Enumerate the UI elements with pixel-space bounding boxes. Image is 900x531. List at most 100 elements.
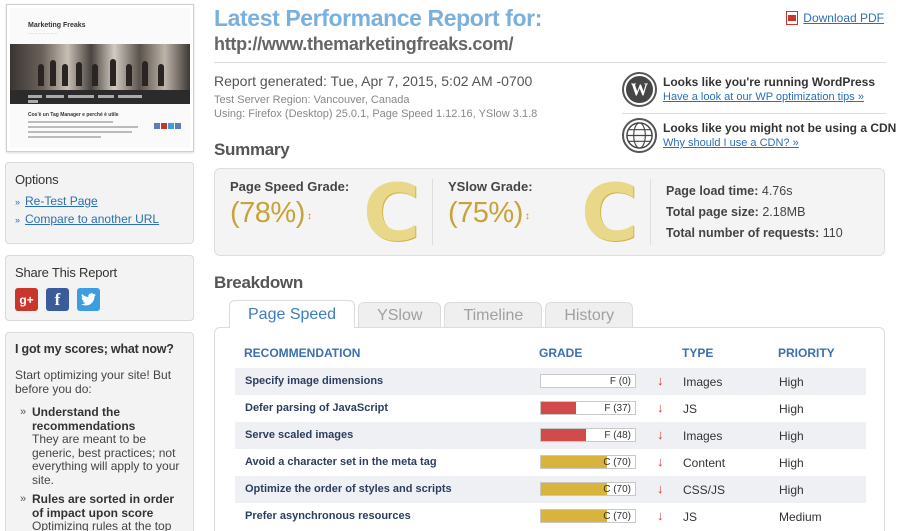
recommendation-name[interactable]: Prefer asynchronous resources (245, 510, 411, 522)
compare-url-link[interactable]: Compare to another URL (25, 212, 159, 226)
load-time-value: 4.76s (761, 184, 793, 198)
arrow-down-icon: ↓ (657, 454, 664, 469)
yslow-grade: YSlow Grade: (75%) ↕ (448, 179, 533, 230)
breakdown-tabs: Page Speed YSlow Timeline History (229, 300, 634, 328)
tip-text: They are meant to be generic, best pract… (32, 432, 180, 487)
col-type[interactable]: TYPE (682, 346, 713, 360)
report-url: http://www.themarketingfreaks.com/ (214, 34, 514, 54)
table-row[interactable]: Optimize the order of styles and scripts… (235, 476, 866, 503)
wp-tips-link[interactable]: Have a look at our WP optimization tips … (663, 91, 875, 103)
breakdown-heading: Breakdown (214, 273, 303, 292)
cdn-notice: Looks like you might not be using a CDN … (622, 118, 896, 153)
sort-arrows-icon: ↕ (306, 211, 312, 222)
col-priority[interactable]: PRIORITY (778, 346, 835, 360)
grade-bar: F (37) (540, 401, 636, 415)
tip-title: Understand the recommendations (32, 405, 136, 433)
grade-bar: C (70) (540, 482, 636, 496)
sort-arrows-icon: ↕ (524, 211, 530, 222)
svg-text:W: W (631, 79, 649, 99)
tab-page-speed[interactable]: Page Speed (229, 300, 356, 328)
table-row[interactable]: Avoid a character set in the meta tag C (… (235, 449, 866, 476)
scores-help-panel: I got my scores; what now? Start optimiz… (5, 332, 194, 531)
summary-divider (650, 179, 651, 245)
type-cell: Images (683, 375, 723, 389)
tip-item: Rules are sorted in order of impact upon… (15, 492, 184, 531)
grade-label: C (70) (603, 511, 631, 522)
requests-value: 110 (822, 226, 843, 240)
grade-label: C (70) (603, 457, 631, 468)
type-cell: CSS/JS (683, 483, 726, 497)
tab-history[interactable]: History (545, 302, 634, 328)
table-body: Specify image dimensions F (0) ↓ Images High… (235, 368, 866, 530)
compare-url-item[interactable]: » Compare to another URL (15, 212, 184, 226)
pdf-icon (786, 11, 799, 25)
scores-intro: Start optimizing your site! But before y… (15, 368, 172, 396)
grade-label: F (48) (604, 430, 631, 441)
retest-page-item[interactable]: » Re-Test Page (15, 194, 184, 208)
grade-bar-fill (541, 456, 607, 468)
page-size-label: Total page size: (666, 205, 759, 219)
scores-heading: I got my scores; what now? (15, 342, 174, 356)
arrow-icon: » (15, 197, 21, 207)
yslow-grade-label: YSlow Grade: (448, 179, 533, 194)
summary-heading: Summary (214, 140, 290, 159)
retest-page-link[interactable]: Re-Test Page (25, 194, 98, 208)
share-panel: Share This Report g+ f (5, 255, 194, 321)
arrow-down-icon: ↓ (657, 481, 664, 496)
arrow-down-icon: ↓ (657, 508, 664, 523)
page-stats: Page load time: 4.76s Total page size: 2… (666, 181, 843, 244)
tip-item: Understand the recommendationsThey are m… (15, 405, 184, 487)
grade-bar-fill (541, 483, 607, 495)
arrow-down-icon: ↓ (657, 400, 664, 415)
wordpress-notice: W Looks like you're running WordPress Ha… (622, 72, 875, 107)
table-row[interactable]: Prefer asynchronous resources C (70) ↓ JS Me… (235, 503, 866, 530)
priority-cell: High (779, 429, 804, 443)
table-row[interactable]: Defer parsing of JavaScript F (37) ↓ JS High (235, 395, 866, 422)
recommendation-name[interactable]: Defer parsing of JavaScript (245, 402, 388, 414)
site-screenshot-thumbnail: Marketing Freaks ······················ … (6, 4, 194, 152)
options-panel: Options » Re-Test Page » Compare to anothe… (5, 162, 194, 244)
col-recommendation[interactable]: RECOMMENDATION (244, 346, 360, 360)
pagespeed-grade-label: Page Speed Grade: (230, 179, 350, 194)
summary-divider (432, 179, 433, 245)
pagespeed-grade: Page Speed Grade: (78%) ↕ (230, 179, 349, 230)
priority-cell: High (779, 402, 804, 416)
globe-icon (622, 118, 657, 153)
facebook-icon[interactable]: f (46, 288, 69, 311)
options-heading: Options (15, 172, 59, 187)
download-pdf[interactable]: Download PDF (786, 11, 884, 25)
thumbnail-post-title: Cos'è un Tag Manager e perché è utile (28, 112, 119, 118)
grade-bar: F (48) (540, 428, 636, 442)
grade-label: C (70) (603, 484, 631, 495)
table-row[interactable]: Serve scaled images F (48) ↓ Images High (235, 422, 866, 449)
cdn-why-link[interactable]: Why should I use a CDN? » (663, 137, 896, 149)
twitter-icon[interactable] (77, 288, 100, 311)
arrow-down-icon: ↓ (657, 373, 664, 388)
col-grade[interactable]: GRADE (539, 346, 582, 360)
priority-cell: High (779, 483, 804, 497)
type-cell: JS (683, 510, 698, 524)
test-server-region: Test Server Region: Vancouver, Canada (214, 94, 410, 106)
cdn-notice-title: Looks like you might not be using a CDN (663, 121, 897, 135)
recommendation-name[interactable]: Specify image dimensions (245, 375, 383, 387)
grade-bar: C (70) (540, 455, 636, 469)
download-pdf-link[interactable]: Download PDF (803, 11, 884, 25)
share-heading: Share This Report (15, 265, 117, 280)
grade-bar-fill (541, 510, 607, 522)
yslow-letter-grade: C (581, 169, 639, 259)
tip-title: Rules are sorted in order of impact upon… (32, 492, 175, 520)
recommendation-name[interactable]: Avoid a character set in the meta tag (245, 456, 437, 468)
grade-label: F (37) (604, 403, 631, 414)
recommendation-name[interactable]: Serve scaled images (245, 429, 353, 441)
recommendation-name[interactable]: Optimize the order of styles and scripts (245, 483, 452, 495)
table-row[interactable]: Specify image dimensions F (0) ↓ Images High (235, 368, 866, 395)
requests-label: Total number of requests: (666, 226, 820, 240)
pagespeed-letter-grade: C (363, 169, 421, 259)
test-using: Using: Firefox (Desktop) 25.0.1, Page Sp… (214, 108, 538, 120)
priority-cell: Medium (779, 510, 822, 524)
type-cell: Images (683, 429, 723, 443)
page-title: Latest Performance Report for: (214, 5, 542, 31)
tab-timeline[interactable]: Timeline (444, 302, 543, 328)
google-plus-icon[interactable]: g+ (15, 288, 38, 311)
tab-yslow[interactable]: YSlow (358, 302, 442, 328)
